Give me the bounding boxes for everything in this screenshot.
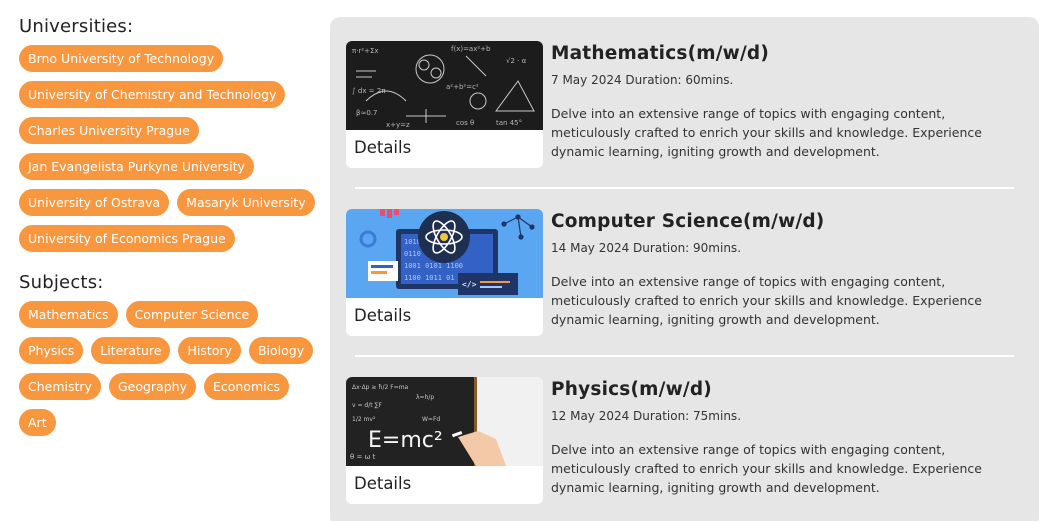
filter-sidebar: Universities: Brno University of Technol… bbox=[19, 16, 319, 456]
course-thumbnail-card[interactable]: 1010 0110 01 0110 1001 10 1001 0101 1100… bbox=[346, 209, 543, 336]
course-card-mathematics: π·r²+Σx f(x)=ax²+b √2 · α ∫ dx = 2π x+y=… bbox=[346, 41, 1026, 169]
subject-chip[interactable]: Biology bbox=[248, 337, 314, 364]
svg-text:λ=h/p: λ=h/p bbox=[416, 394, 434, 401]
subject-chip[interactable]: Computer Science bbox=[125, 301, 259, 328]
subject-chip[interactable]: Economics bbox=[203, 373, 289, 400]
svg-text:π·r²+Σx: π·r²+Σx bbox=[352, 47, 379, 55]
university-chip-list: Brno University of Technology University… bbox=[19, 45, 319, 252]
course-title[interactable]: Mathematics(m/w/d) bbox=[551, 43, 769, 64]
svg-text:Δx·Δp ≥ ħ/2 F=ma: Δx·Δp ≥ ħ/2 F=ma bbox=[352, 384, 409, 391]
svg-text:√2 · α: √2 · α bbox=[506, 57, 527, 65]
course-description: Delve into an extensive range of topics … bbox=[551, 274, 982, 327]
course-title[interactable]: Physics(m/w/d) bbox=[551, 379, 712, 400]
subject-chip-list: Mathematics Computer Science Physics Lit… bbox=[19, 301, 319, 436]
university-chip[interactable]: University of Economics Prague bbox=[19, 225, 235, 252]
svg-text:a²+b²=c²: a²+b²=c² bbox=[446, 83, 479, 91]
course-description: Delve into an extensive range of topics … bbox=[551, 442, 982, 495]
svg-text:v = d/t ∑F: v = d/t ∑F bbox=[352, 402, 383, 409]
svg-text:x+y=z: x+y=z bbox=[386, 121, 410, 129]
subject-chip[interactable]: Geography bbox=[108, 373, 196, 400]
course-card-physics: Δx·Δp ≥ ħ/2 F=ma λ=h/p v = d/t ∑F 1/2 mv… bbox=[346, 377, 1026, 505]
university-chip[interactable]: University of Chemistry and Technology bbox=[19, 81, 286, 108]
university-chip[interactable]: Charles University Prague bbox=[19, 117, 199, 144]
university-chip[interactable]: University of Ostrava bbox=[19, 189, 170, 216]
chalkboard-physics-image: Δx·Δp ≥ ħ/2 F=ma λ=h/p v = d/t ∑F 1/2 mv… bbox=[346, 377, 543, 466]
subject-chip[interactable]: History bbox=[178, 337, 241, 364]
svg-text:∫ dx = 2π: ∫ dx = 2π bbox=[352, 87, 386, 95]
subject-chip[interactable]: Literature bbox=[91, 337, 171, 364]
chalkboard-math-image: π·r²+Σx f(x)=ax²+b √2 · α ∫ dx = 2π x+y=… bbox=[346, 41, 543, 130]
university-chip[interactable]: Brno University of Technology bbox=[19, 45, 224, 72]
subject-chip[interactable]: Art bbox=[19, 409, 56, 436]
course-date-duration: 7 May 2024 Duration: 60mins. bbox=[551, 73, 734, 87]
universities-heading: Universities: bbox=[19, 16, 134, 37]
svg-text:tan 45°: tan 45° bbox=[496, 119, 522, 127]
details-link[interactable]: Details bbox=[354, 306, 411, 325]
details-link[interactable]: Details bbox=[354, 474, 411, 493]
university-chip[interactable]: Jan Evangelista Purkyne University bbox=[19, 153, 254, 180]
university-chip[interactable]: Masaryk University bbox=[177, 189, 315, 216]
svg-text:</>: </> bbox=[462, 280, 477, 289]
svg-text:1/2 mv²: 1/2 mv² bbox=[352, 416, 376, 423]
course-description: Delve into an extensive range of topics … bbox=[551, 106, 982, 159]
details-link[interactable]: Details bbox=[354, 138, 411, 157]
svg-text:cos θ: cos θ bbox=[456, 119, 474, 127]
svg-text:1001 0101 1100: 1001 0101 1100 bbox=[404, 262, 463, 270]
svg-text:β≈0.7: β≈0.7 bbox=[356, 109, 377, 117]
course-thumbnail-card[interactable]: Δx·Δp ≥ ħ/2 F=ma λ=h/p v = d/t ∑F 1/2 mv… bbox=[346, 377, 543, 504]
card-divider bbox=[355, 187, 1014, 189]
svg-text:f(x)=ax²+b: f(x)=ax²+b bbox=[451, 45, 491, 53]
course-title[interactable]: Computer Science(m/w/d) bbox=[551, 211, 824, 232]
svg-text:E=mc²: E=mc² bbox=[368, 428, 443, 453]
course-thumbnail-card[interactable]: π·r²+Σx f(x)=ax²+b √2 · α ∫ dx = 2π x+y=… bbox=[346, 41, 543, 168]
computer-science-illustration: 1010 0110 01 0110 1001 10 1001 0101 1100… bbox=[346, 209, 543, 298]
course-date-duration: 12 May 2024 Duration: 75mins. bbox=[551, 409, 742, 423]
card-divider bbox=[355, 355, 1014, 357]
svg-text:θ = ω t: θ = ω t bbox=[350, 453, 376, 461]
svg-text:W=Fd: W=Fd bbox=[422, 416, 440, 423]
subject-chip[interactable]: Physics bbox=[19, 337, 84, 364]
subjects-heading: Subjects: bbox=[19, 272, 104, 293]
course-card-computer-science: 1010 0110 01 0110 1001 10 1001 0101 1100… bbox=[346, 209, 1026, 337]
subject-chip[interactable]: Chemistry bbox=[19, 373, 101, 400]
subject-chip[interactable]: Mathematics bbox=[19, 301, 118, 328]
svg-text:1100 1011 01: 1100 1011 01 bbox=[404, 274, 455, 282]
course-list-panel: π·r²+Σx f(x)=ax²+b √2 · α ∫ dx = 2π x+y=… bbox=[330, 17, 1039, 521]
course-date-duration: 14 May 2024 Duration: 90mins. bbox=[551, 241, 742, 255]
